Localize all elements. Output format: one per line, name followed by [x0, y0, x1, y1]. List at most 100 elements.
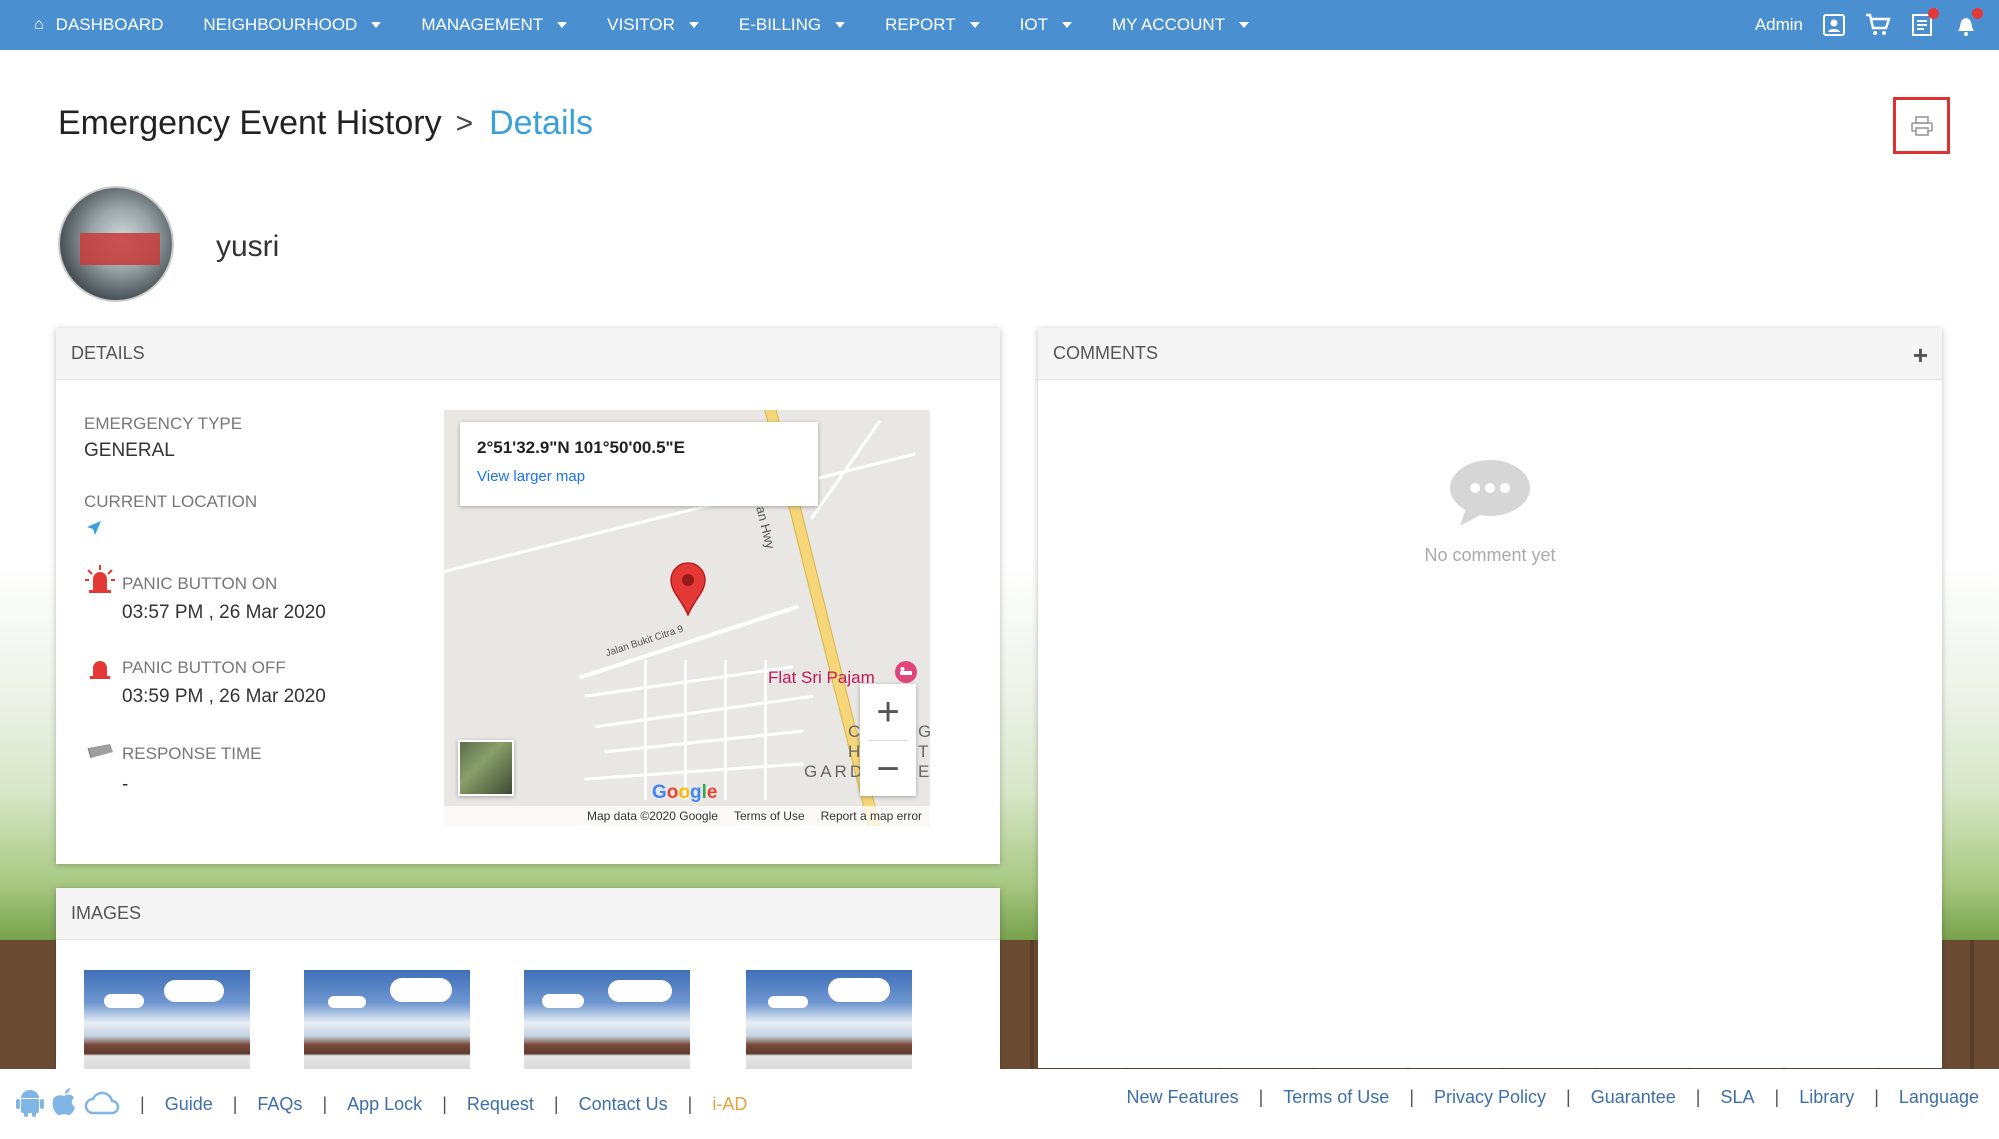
comments-card: COMMENTS + No comment yet [1038, 328, 1942, 1068]
username: yusri [216, 230, 280, 263]
panic-on-value: 03:57 PM , 26 Mar 2020 [122, 602, 326, 623]
image-thumbnail[interactable] [304, 970, 470, 1080]
nav-item-label: DASHBOARD [55, 15, 164, 34]
google-logo: Google [652, 782, 718, 803]
footer-separator: | [322, 1094, 328, 1114]
android-icon[interactable] [16, 1087, 44, 1122]
map-terms-link[interactable]: Terms of Use [734, 809, 805, 823]
cart-icon[interactable] [1865, 12, 1891, 38]
apple-icon[interactable] [50, 1087, 78, 1122]
nav-my-account[interactable]: MY ACCOUNT [1092, 0, 1269, 50]
footer-link-language[interactable]: Language [1899, 1087, 1979, 1108]
map-area-label: T [918, 742, 930, 761]
nav-user-area: Admin [1755, 0, 1983, 50]
footer-link-sla[interactable]: SLA [1720, 1087, 1754, 1108]
empty-comments-text: No comment yet [1424, 545, 1556, 565]
map-highway-label: an Hwy [753, 504, 779, 551]
nav-visitor[interactable]: VISITOR [587, 0, 719, 50]
map-area-label: G [918, 722, 930, 741]
speech-bubble-icon [1450, 460, 1530, 526]
details-header: DETAILS [56, 328, 1000, 380]
notification-dot [1928, 8, 1939, 19]
nav-dashboard[interactable]: ⌂ DASHBOARD [0, 0, 183, 50]
nav-management[interactable]: MANAGEMENT [401, 0, 587, 50]
printer-icon [1910, 115, 1933, 136]
footer-link-guarantee[interactable]: Guarantee [1591, 1087, 1676, 1108]
footer-link-privacy-policy[interactable]: Privacy Policy [1434, 1087, 1546, 1108]
emergency-type-label: EMERGENCY TYPE [84, 414, 243, 433]
footer-link-app-lock[interactable]: App Lock [347, 1094, 422, 1115]
footer-separator: | [553, 1094, 559, 1114]
breadcrumb-parent[interactable]: Emergency Event History [58, 104, 442, 143]
location-arrow-icon[interactable] [86, 520, 102, 541]
caret-down-icon [1239, 22, 1250, 28]
nav-neighbourhood[interactable]: NEIGHBOURHOOD [183, 0, 401, 50]
footer-separator: | [687, 1094, 693, 1114]
footer-separator: | [442, 1094, 447, 1114]
panic-on-label: PANIC BUTTON ON [122, 574, 278, 593]
map-zoom-control: + − [860, 684, 916, 796]
breadcrumb-current: Details [489, 104, 594, 142]
nav-iot[interactable]: IOT [1000, 0, 1092, 50]
zoom-in-button[interactable]: + [860, 684, 916, 740]
footer-link-guide[interactable]: Guide [165, 1094, 213, 1115]
location-map[interactable]: Jalan Bukit Citra 9 an Hwy Flat Sri Paja… [444, 410, 930, 826]
cloud-icon[interactable] [84, 1089, 120, 1120]
footer-link-terms-of-use[interactable]: Terms of Use [1283, 1087, 1389, 1108]
nav-item-label: MANAGEMENT [421, 15, 544, 34]
notification-dot [1972, 8, 1983, 19]
siren-icon [84, 564, 116, 599]
footer-separator: | [1409, 1087, 1414, 1107]
caret-down-icon [557, 22, 568, 28]
footer-link-faqs[interactable]: FAQs [257, 1094, 302, 1115]
footer-link-i-ad[interactable]: i-AD [712, 1094, 747, 1115]
details-card: DETAILS EMERGENCY TYPE GENERAL CURRENT L… [56, 328, 1000, 864]
current-location-label: CURRENT LOCATION [84, 492, 258, 511]
top-nav-bar: ⌂ DASHBOARD NEIGHBOURHOOD MANAGEMENT VIS… [0, 0, 1999, 50]
caret-down-icon [1061, 22, 1072, 28]
response-time-value: - [122, 774, 129, 795]
print-button[interactable] [1893, 97, 1950, 154]
profile-icon[interactable] [1821, 12, 1847, 38]
nav-item-label: NEIGHBOURHOOD [203, 15, 358, 34]
footer-separator: | [1258, 1087, 1264, 1107]
nav-item-label: REPORT [885, 15, 956, 34]
caret-down-icon [969, 22, 980, 28]
zoom-out-button[interactable]: − [860, 741, 916, 797]
caret-down-icon [688, 22, 699, 28]
map-place-label: Flat Sri Pajam [768, 668, 875, 687]
notification-bell-icon[interactable] [1953, 8, 1983, 38]
map-pin-icon[interactable] [670, 562, 706, 621]
nav-item-label: VISITOR [607, 15, 675, 34]
footer-link-contact-us[interactable]: Contact Us [579, 1094, 668, 1115]
nav-item-label: E-BILLING [738, 15, 822, 34]
stopwatch-icon [86, 742, 114, 765]
footer-link-library[interactable]: Library [1799, 1087, 1854, 1108]
satellite-toggle-button[interactable] [458, 740, 514, 796]
map-footer: Map data ©2020 Google Terms of Use Repor… [444, 806, 930, 826]
images-header: IMAGES [56, 888, 1000, 940]
footer-link-request[interactable]: Request [467, 1094, 534, 1115]
user-label[interactable]: Admin [1755, 15, 1803, 35]
caret-down-icon [371, 22, 382, 28]
image-thumbnail[interactable] [746, 970, 912, 1080]
nav-report[interactable]: REPORT [865, 0, 1000, 50]
nav-e-billing[interactable]: E-BILLING [719, 0, 865, 50]
footer-separator: | [1774, 1087, 1780, 1107]
notes-icon[interactable] [1909, 8, 1939, 38]
footer-separator: | [1695, 1087, 1701, 1107]
chevron-right-icon: > [455, 106, 474, 140]
nav-item-label: IOT [1019, 15, 1048, 34]
footer-link-new-features[interactable]: New Features [1127, 1087, 1239, 1108]
map-report-link[interactable]: Report a map error [821, 809, 922, 823]
footer-separator: | [140, 1094, 145, 1114]
image-thumbnail[interactable] [524, 970, 690, 1080]
add-comment-button[interactable]: + [1913, 340, 1928, 371]
map-data-text: Map data ©2020 Google [587, 809, 718, 823]
siren-off-icon [88, 658, 112, 685]
image-thumbnail[interactable] [84, 970, 250, 1080]
footer-separator: | [1566, 1087, 1571, 1107]
empty-comments: No comment yet [1038, 458, 1942, 566]
caret-down-icon [835, 22, 846, 28]
view-larger-map-link[interactable]: View larger map [477, 468, 801, 485]
